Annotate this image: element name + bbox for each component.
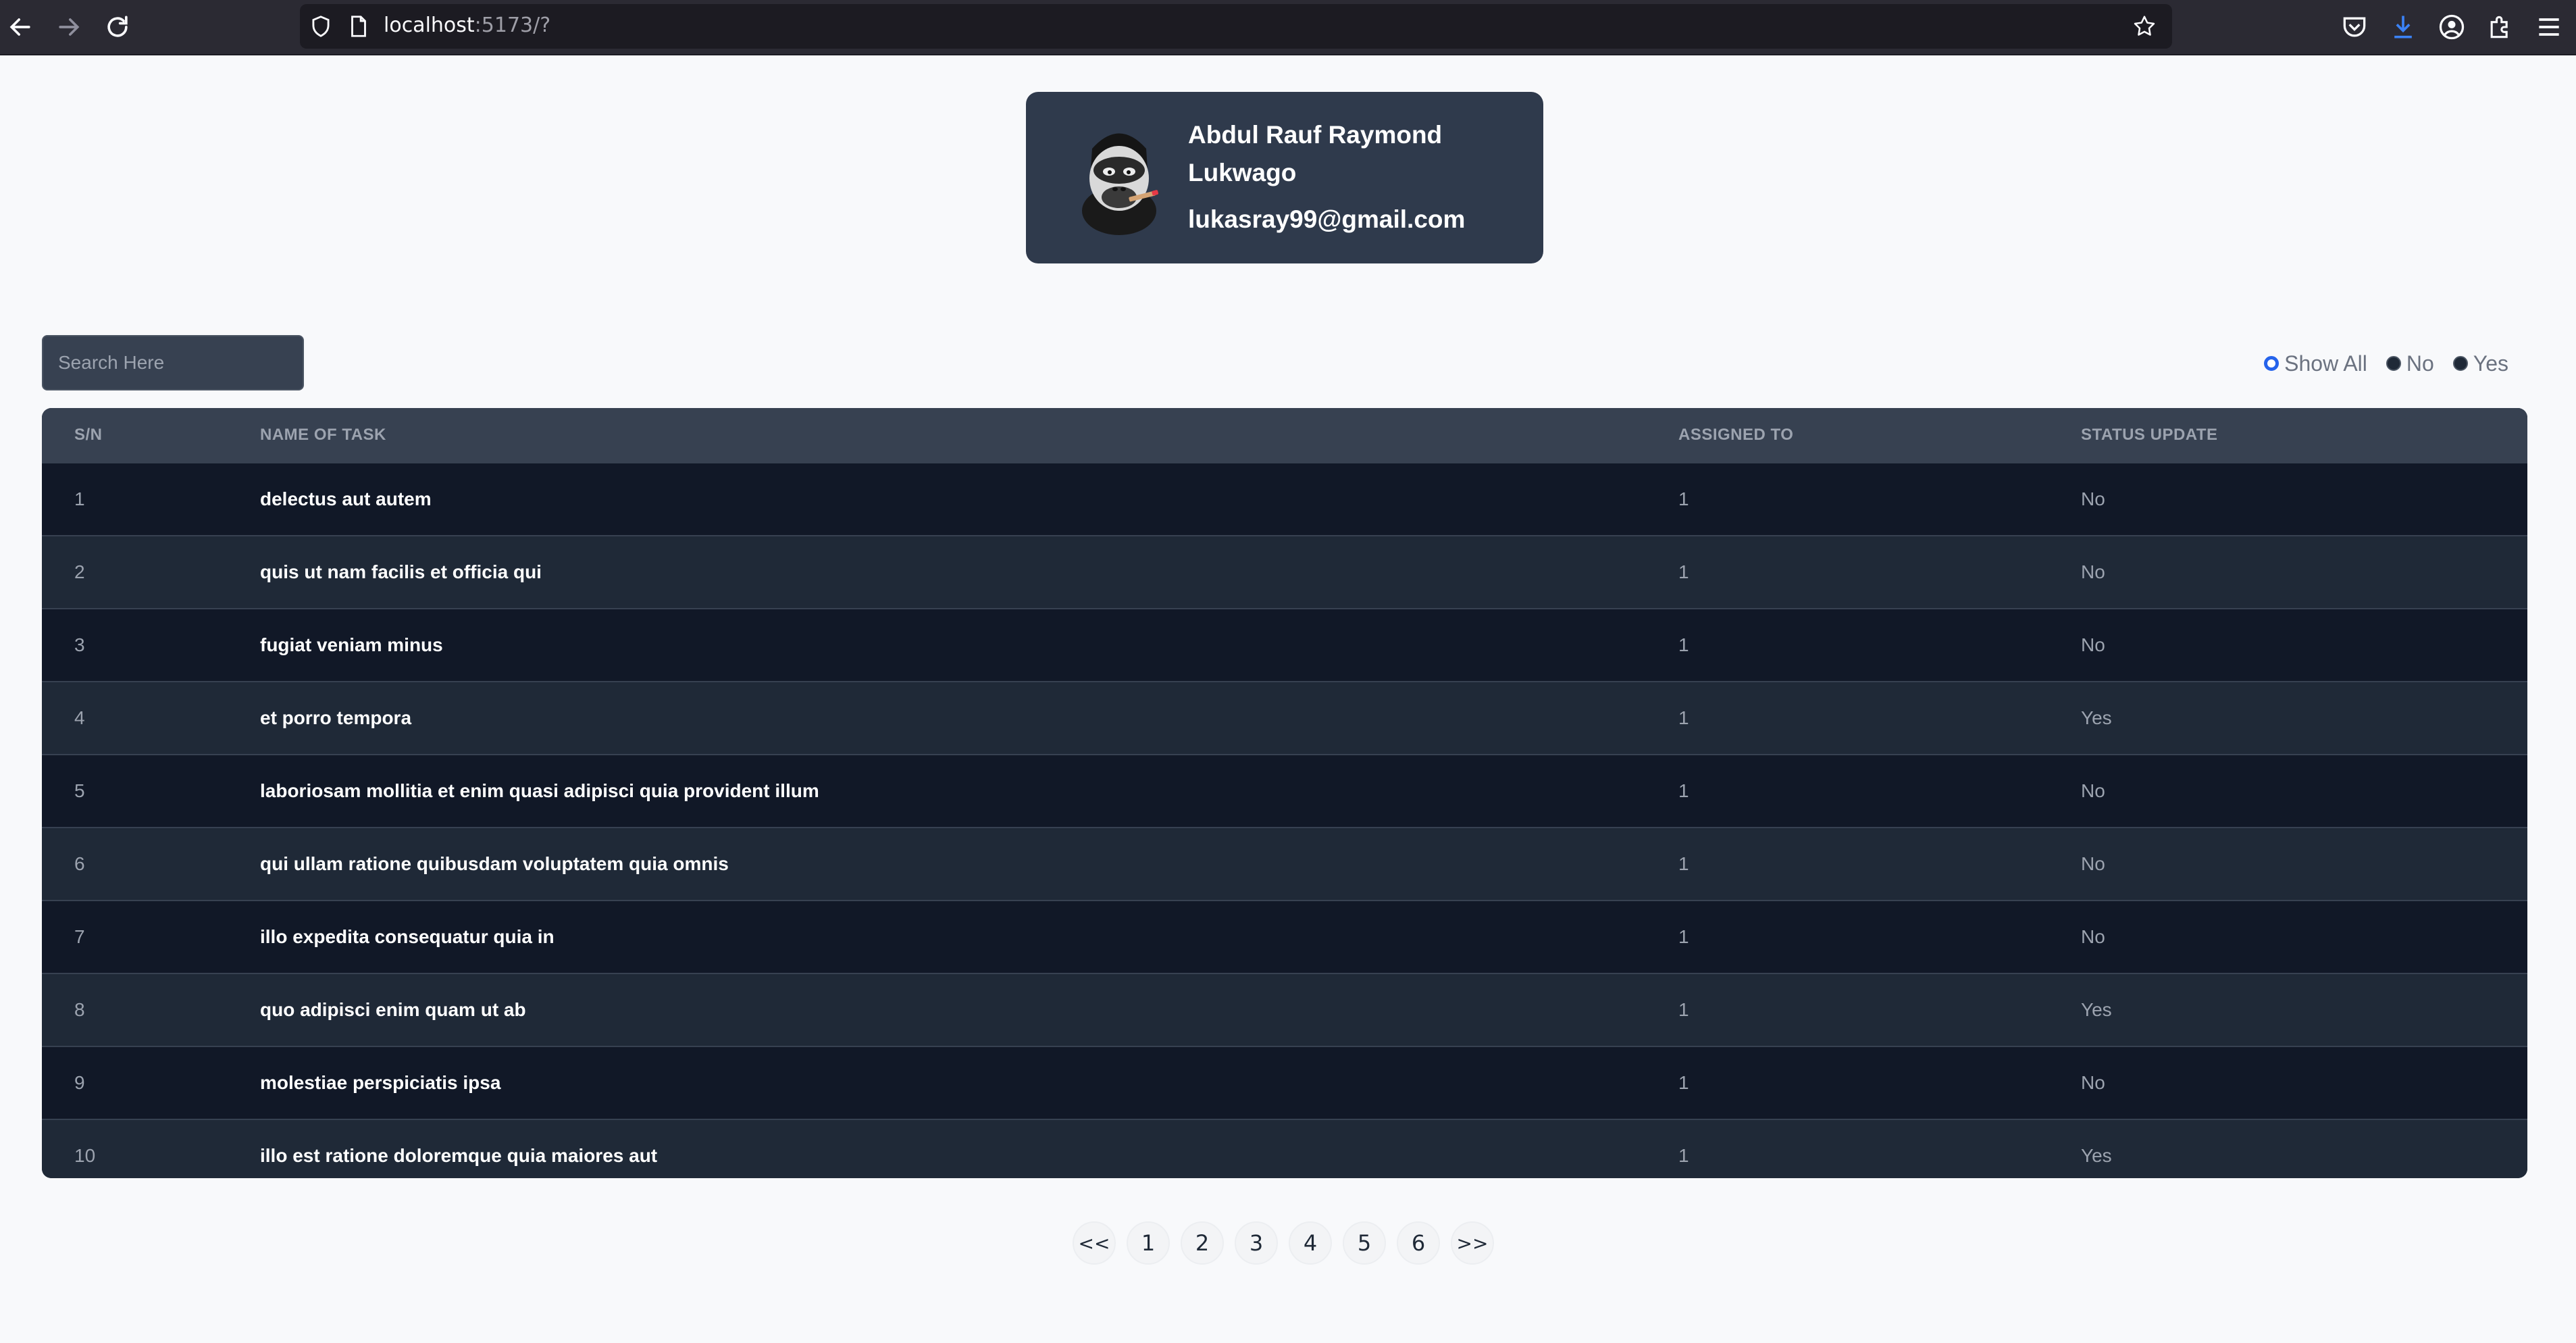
page-icon[interactable]	[346, 14, 371, 39]
cell-assigned: 1	[1678, 608, 2081, 682]
profile-card: Abdul Rauf Raymond Lukwago lukasray99@gm…	[1026, 92, 1543, 263]
table-row: 2 quis ut nam facilis et officia qui 1 N…	[42, 535, 2527, 609]
cell-assigned: 1	[1678, 900, 2081, 973]
pagination-next-button[interactable]: >>	[1451, 1221, 1494, 1265]
table-header-row: S/N NAME OF TASK ASSIGNED TO STATUS UPDA…	[42, 408, 2527, 463]
header-status: STATUS UPDATE	[2081, 408, 2527, 463]
avatar	[1072, 122, 1173, 236]
cell-task: qui ullam ratione quibusdam voluptatem q…	[260, 827, 1678, 901]
bookmark-star-icon[interactable]	[2132, 14, 2157, 39]
table-row: 1 delectus aut autem 1 No	[42, 462, 2527, 536]
header-sn: S/N	[42, 408, 260, 463]
cell-status: Yes	[2081, 973, 2527, 1046]
cell-sn: 2	[42, 535, 260, 609]
table-row: 6 qui ullam ratione quibusdam voluptatem…	[42, 827, 2527, 901]
pagination: << 1 2 3 4 5 6 >>	[1073, 1221, 1494, 1265]
table-row: 7 illo expedita consequatur quia in 1 No	[42, 900, 2527, 973]
cell-status: No	[2081, 754, 2527, 828]
cell-task: fugiat veniam minus	[260, 608, 1678, 682]
page-button-2[interactable]: 2	[1181, 1221, 1224, 1265]
profile-email: lukasray99@gmail.com	[1188, 205, 1466, 233]
cell-task: et porro tempora	[260, 681, 1678, 755]
page-button-4[interactable]: 4	[1289, 1221, 1332, 1265]
cell-assigned: 1	[1678, 754, 2081, 828]
cell-assigned: 1	[1678, 462, 2081, 536]
cell-task: quis ut nam facilis et officia qui	[260, 535, 1678, 609]
cell-task: laboriosam mollitia et enim quasi adipis…	[260, 754, 1678, 828]
cell-sn: 1	[42, 462, 260, 536]
cell-sn: 9	[42, 1046, 260, 1119]
cell-task: quo adipisci enim quam ut ab	[260, 973, 1678, 1046]
page-button-1[interactable]: 1	[1127, 1221, 1170, 1265]
header-assigned: ASSIGNED TO	[1678, 408, 2081, 463]
cell-sn: 10	[42, 1119, 260, 1178]
cell-sn: 7	[42, 900, 260, 973]
account-icon[interactable]	[2437, 12, 2467, 42]
filter-yes-label: Yes	[2473, 351, 2508, 376]
page-button-5[interactable]: 5	[1343, 1221, 1386, 1265]
filter-show-all[interactable]: Show All	[2264, 351, 2367, 376]
back-icon[interactable]	[5, 12, 35, 42]
radio-no[interactable]	[2386, 356, 2401, 371]
url-text[interactable]: localhost:5173/?	[384, 14, 550, 37]
cell-status: No	[2081, 608, 2527, 682]
cell-status: No	[2081, 1046, 2527, 1119]
reload-icon[interactable]	[103, 12, 132, 42]
page-button-3[interactable]: 3	[1235, 1221, 1278, 1265]
cell-task: molestiae perspiciatis ipsa	[260, 1046, 1678, 1119]
radio-yes[interactable]	[2452, 356, 2468, 371]
table-row: 4 et porro tempora 1 Yes	[42, 681, 2527, 755]
table-row: 5 laboriosam mollitia et enim quasi adip…	[42, 754, 2527, 828]
cell-assigned: 1	[1678, 535, 2081, 609]
filter-no[interactable]: No	[2386, 351, 2434, 376]
table-row: 10 illo est ratione doloremque quia maio…	[42, 1119, 2527, 1178]
cell-sn: 3	[42, 608, 260, 682]
profile-name: Abdul Rauf Raymond Lukwago	[1188, 121, 1443, 186]
menu-icon[interactable]	[2534, 12, 2564, 42]
pagination-prev-button[interactable]: <<	[1073, 1221, 1116, 1265]
table-row: 3 fugiat veniam minus 1 No	[42, 608, 2527, 682]
extensions-icon[interactable]	[2485, 12, 2515, 42]
address-bar[interactable]: localhost:5173/?	[300, 4, 2172, 49]
cell-task: illo est ratione doloremque quia maiores…	[260, 1119, 1678, 1178]
filter-no-label: No	[2406, 351, 2434, 376]
url-host: localhost	[384, 14, 475, 37]
url-path: :5173/?	[474, 14, 551, 37]
cell-sn: 8	[42, 973, 260, 1046]
cell-sn: 6	[42, 827, 260, 901]
cell-assigned: 1	[1678, 973, 2081, 1046]
filter-show-all-label: Show All	[2284, 351, 2367, 376]
shield-icon[interactable]	[308, 14, 334, 39]
search-input[interactable]	[42, 335, 304, 390]
cell-status: No	[2081, 900, 2527, 973]
table-row: 9 molestiae perspiciatis ipsa 1 No	[42, 1046, 2527, 1119]
filter-yes[interactable]: Yes	[2452, 351, 2508, 376]
forward-icon[interactable]	[54, 12, 84, 42]
cell-task: illo expedita consequatur quia in	[260, 900, 1678, 973]
browser-toolbar: localhost:5173/?	[0, 0, 2576, 55]
cell-assigned: 1	[1678, 1046, 2081, 1119]
tasks-table: S/N NAME OF TASK ASSIGNED TO STATUS UPDA…	[42, 408, 2527, 1178]
cell-sn: 4	[42, 681, 260, 755]
cell-assigned: 1	[1678, 827, 2081, 901]
cell-status: No	[2081, 462, 2527, 536]
cell-assigned: 1	[1678, 681, 2081, 755]
status-filter: Show All No Yes	[2264, 349, 2508, 378]
pocket-icon[interactable]	[2340, 12, 2369, 42]
page-button-6[interactable]: 6	[1397, 1221, 1440, 1265]
cell-status: Yes	[2081, 1119, 2527, 1178]
table-row: 8 quo adipisci enim quam ut ab 1 Yes	[42, 973, 2527, 1046]
download-icon[interactable]	[2388, 12, 2418, 42]
cell-status: No	[2081, 535, 2527, 609]
cell-task: delectus aut autem	[260, 462, 1678, 536]
cell-status: No	[2081, 827, 2527, 901]
cell-sn: 5	[42, 754, 260, 828]
header-task: NAME OF TASK	[260, 408, 1678, 463]
cell-assigned: 1	[1678, 1119, 2081, 1178]
radio-show-all[interactable]	[2264, 356, 2279, 371]
cell-status: Yes	[2081, 681, 2527, 755]
